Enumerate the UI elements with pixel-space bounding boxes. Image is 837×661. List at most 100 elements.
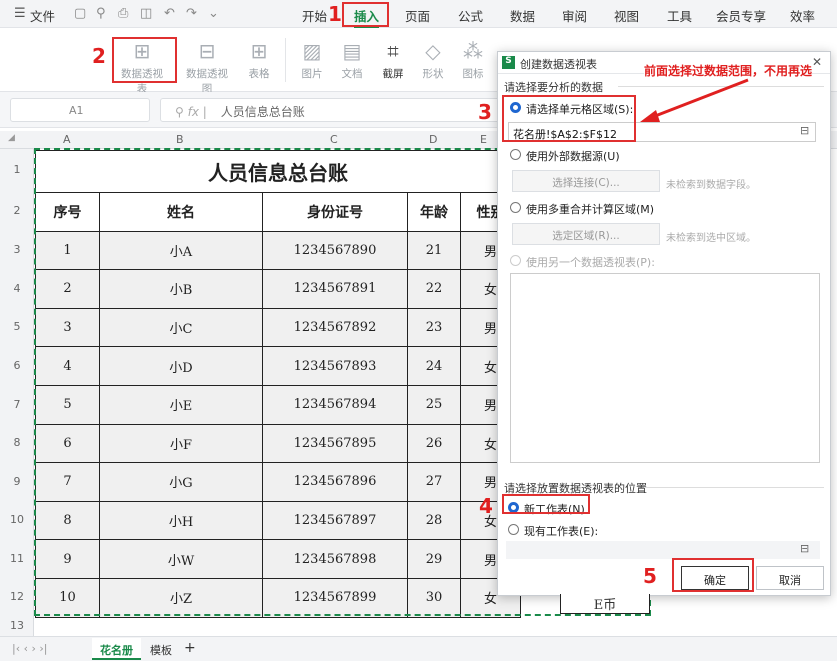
share-icon[interactable]: ⚲ bbox=[96, 6, 106, 21]
table-cell[interactable]: 1234567896 bbox=[262, 462, 408, 502]
tab-formula[interactable]: 公式 bbox=[458, 6, 483, 25]
name-box[interactable]: A1 bbox=[10, 98, 150, 122]
row-9[interactable]: 9 bbox=[0, 475, 34, 488]
sheet-title[interactable]: 人员信息总台账 bbox=[35, 150, 521, 193]
select-all-icon[interactable]: ◢ bbox=[8, 133, 15, 143]
table-cell[interactable]: 1234567897 bbox=[262, 500, 408, 541]
row-8[interactable]: 8 bbox=[0, 436, 34, 449]
tab-page[interactable]: 页面 bbox=[405, 6, 430, 25]
menu-icon[interactable]: ☰ bbox=[14, 6, 26, 21]
table-cell[interactable]: 26 bbox=[407, 423, 461, 464]
table-cell[interactable]: 1234567894 bbox=[262, 384, 408, 425]
table-cell[interactable]: 3 bbox=[35, 307, 100, 348]
tab-review[interactable]: 审阅 bbox=[562, 6, 587, 25]
external-source-radio[interactable] bbox=[510, 149, 521, 160]
table-cell[interactable]: 25 bbox=[407, 384, 461, 425]
row-6[interactable]: 6 bbox=[0, 359, 34, 372]
range-picker-icon[interactable]: ⊟ bbox=[800, 124, 809, 137]
existing-sheet-label[interactable]: 现有工作表(E): bbox=[524, 523, 598, 539]
formula-input[interactable]: ⚲ fx | 人员信息总台账 bbox=[160, 98, 500, 122]
table-cell[interactable]: 8 bbox=[35, 500, 100, 541]
table-cell[interactable]: 1 bbox=[35, 230, 100, 271]
pivot-list[interactable] bbox=[510, 273, 820, 463]
tab-efficiency[interactable]: 效率 bbox=[790, 6, 815, 25]
table-cell[interactable]: 30 bbox=[407, 577, 461, 618]
table-cell[interactable]: 1234567892 bbox=[262, 307, 408, 348]
table-cell[interactable]: 小Z bbox=[99, 577, 263, 618]
tab-start[interactable]: 开始 bbox=[302, 6, 327, 25]
header-cell[interactable]: 年龄 bbox=[407, 192, 461, 232]
table-cell[interactable]: 23 bbox=[407, 307, 461, 348]
close-icon[interactable]: ✕ bbox=[812, 55, 822, 69]
table-cell[interactable]: 小C bbox=[99, 307, 263, 348]
icon-button[interactable]: ⁂ 图标 bbox=[448, 38, 498, 81]
col-c[interactable]: C bbox=[330, 133, 338, 146]
cancel-button[interactable]: 取消 bbox=[756, 566, 824, 590]
save-icon[interactable]: ▢ bbox=[74, 6, 86, 21]
row-2[interactable]: 2 bbox=[0, 204, 34, 217]
sheet-tab-template[interactable]: 模板 bbox=[150, 642, 172, 658]
table-cell[interactable]: 小B bbox=[99, 269, 263, 309]
col-b[interactable]: B bbox=[176, 133, 184, 146]
row-5[interactable]: 5 bbox=[0, 320, 34, 333]
row-12[interactable]: 12 bbox=[0, 590, 34, 603]
pivot-chart-button[interactable]: ⊟ 数据透视图 bbox=[182, 38, 232, 96]
table-cell[interactable]: 小D bbox=[99, 346, 263, 386]
location-picker-icon[interactable]: ⊟ bbox=[800, 542, 809, 555]
undo-icon[interactable]: ↶ bbox=[164, 6, 175, 21]
table-cell[interactable]: 1234567893 bbox=[262, 346, 408, 386]
redo-icon[interactable]: ↷ bbox=[186, 6, 197, 21]
col-d[interactable]: D bbox=[429, 133, 437, 146]
row-10[interactable]: 10 bbox=[0, 513, 34, 526]
col-e[interactable]: E bbox=[480, 133, 487, 146]
table-cell[interactable]: 小A bbox=[99, 230, 263, 271]
table-cell[interactable]: 5 bbox=[35, 384, 100, 425]
more-icon[interactable]: ⌄ bbox=[208, 6, 219, 21]
row-1[interactable]: 1 bbox=[0, 163, 34, 176]
table-cell[interactable]: 27 bbox=[407, 462, 461, 502]
row-7[interactable]: 7 bbox=[0, 398, 34, 411]
tab-data[interactable]: 数据 bbox=[510, 6, 535, 25]
table-cell[interactable]: 小G bbox=[99, 462, 263, 502]
multi-range-radio[interactable] bbox=[510, 202, 521, 213]
table-cell[interactable]: 1234567890 bbox=[262, 230, 408, 271]
existing-sheet-radio[interactable] bbox=[508, 524, 519, 535]
table-cell[interactable]: 29 bbox=[407, 539, 461, 579]
row-4[interactable]: 4 bbox=[0, 282, 34, 295]
table-cell[interactable]: 2 bbox=[35, 269, 100, 309]
table-cell[interactable]: 1234567895 bbox=[262, 423, 408, 464]
existing-sheet-input[interactable] bbox=[506, 541, 820, 559]
preview-icon[interactable]: ◫ bbox=[140, 6, 152, 21]
col-a[interactable]: A bbox=[63, 133, 71, 146]
table-cell[interactable]: 1234567898 bbox=[262, 539, 408, 579]
external-source-label[interactable]: 使用外部数据源(U) bbox=[526, 148, 620, 164]
select-area-button[interactable]: 选定区域(R)... bbox=[512, 223, 660, 245]
table-cell[interactable]: 6 bbox=[35, 423, 100, 464]
table-cell[interactable]: 小F bbox=[99, 423, 263, 464]
add-sheet-button[interactable]: + bbox=[184, 640, 196, 656]
multi-range-label[interactable]: 使用多重合并计算区域(M) bbox=[526, 201, 654, 217]
other-pivot-radio[interactable] bbox=[510, 255, 521, 266]
sheet-tab-roster[interactable]: 花名册 bbox=[92, 638, 141, 660]
tab-tools[interactable]: 工具 bbox=[667, 6, 692, 25]
table-cell[interactable]: 小W bbox=[99, 539, 263, 579]
table-cell[interactable]: 7 bbox=[35, 462, 100, 502]
tab-member[interactable]: 会员专享 bbox=[716, 6, 766, 25]
select-connection-button[interactable]: 选择连接(C)... bbox=[512, 170, 660, 192]
table-cell[interactable]: 1234567899 bbox=[262, 577, 408, 618]
row-13[interactable]: 13 bbox=[0, 619, 34, 632]
table-cell[interactable]: 9 bbox=[35, 539, 100, 579]
table-cell[interactable]: 22 bbox=[407, 269, 461, 309]
tab-view[interactable]: 视图 bbox=[614, 6, 639, 25]
table-cell[interactable]: 24 bbox=[407, 346, 461, 386]
file-menu[interactable]: 文件 bbox=[30, 6, 55, 25]
header-cell[interactable]: 姓名 bbox=[99, 192, 263, 232]
table-cell[interactable]: 1234567891 bbox=[262, 269, 408, 309]
table-cell[interactable]: 4 bbox=[35, 346, 100, 386]
table-cell[interactable]: 小H bbox=[99, 500, 263, 541]
row-3[interactable]: 3 bbox=[0, 243, 34, 256]
row-11[interactable]: 11 bbox=[0, 552, 34, 565]
table-cell[interactable]: 10 bbox=[35, 577, 100, 618]
sheet-nav-icon[interactable]: |‹ ‹ › ›| bbox=[12, 642, 48, 655]
print-icon[interactable]: ⎙ bbox=[118, 6, 128, 21]
